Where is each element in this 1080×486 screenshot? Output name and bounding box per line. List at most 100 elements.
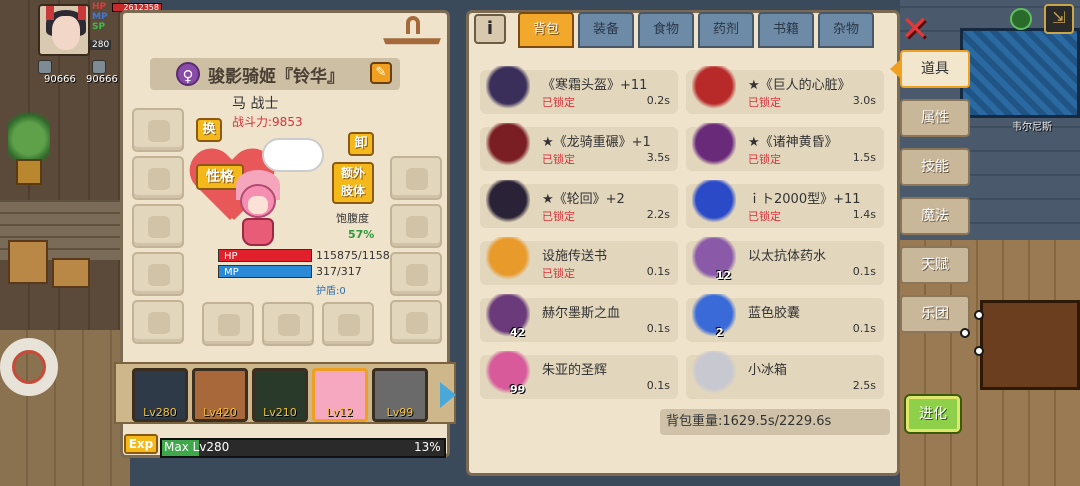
item-name: ★《轮回》+2 [542,192,625,207]
inventory-item[interactable]: 42 赫尔墨斯之血 0.1s [480,294,678,342]
hp-bar: HP [218,249,312,262]
weapon-slot-3[interactable] [322,302,374,346]
life-ring [0,338,58,396]
inventory-item[interactable]: ｉト2000型》+11 已锁定 1.4s [686,180,884,228]
side-tab-1[interactable]: 属性 [900,99,970,137]
crate [8,240,48,284]
unequip-button[interactable]: 卸 [348,132,374,156]
sword-icon [692,123,736,167]
close-icon[interactable]: ✕ [898,12,932,46]
exit-icon[interactable]: ⇲ [1044,4,1074,34]
inventory-item[interactable]: 设施传送书 已锁定 0.1s [480,237,678,285]
item-weight: 1.4s [852,208,876,221]
tab-0[interactable]: 背包 [518,12,574,48]
item-weight: 2.2s [646,208,670,221]
evolve-button[interactable]: 进化 [906,396,960,432]
inventory-item[interactable]: ★《龙骑重碾》+1 已锁定 3.5s [480,123,678,171]
character-name: 骏影骑姬『铃华』 [208,67,344,87]
coin-icon [38,60,52,74]
inventory-item[interactable]: ★《诸神黄昏》 已锁定 1.5s [686,123,884,171]
exp-text: Max Lv280 [164,440,230,454]
party-member[interactable]: Lv420 [192,368,248,422]
share-icon[interactable] [960,310,996,360]
wardrobe-hanger-icon[interactable] [383,16,441,60]
item-name: ★《诸神黄昏》 [748,135,838,150]
inventory-item[interactable]: 《寒霜头盔》+11 已锁定 0.2s [480,66,678,114]
inventory-item[interactable]: ★《轮回》+2 已锁定 2.2s [480,180,678,228]
inventory-item[interactable]: 2 蓝色胶囊 0.1s [686,294,884,342]
swap-button[interactable]: 换 [196,118,222,142]
item-weight: 0.1s [852,322,876,335]
hud-sp-label: SP [92,22,106,32]
tab-1[interactable]: 装备 [578,12,634,48]
necklace-slot[interactable] [390,300,442,344]
capsule-icon [692,294,736,338]
item-weight: 0.2s [646,94,670,107]
armor-slot[interactable] [132,156,184,200]
exp-tag: Exp [124,434,158,454]
party-member[interactable]: Lv12 [312,368,368,422]
tab-3[interactable]: 药剂 [698,12,754,48]
party-member[interactable]: Lv210 [252,368,308,422]
satiety-label: 饱腹度 [336,212,369,225]
tab-5[interactable]: 杂物 [818,12,874,48]
side-tab-3[interactable]: 魔法 [900,197,970,235]
glove-slot[interactable] [390,156,442,200]
player-avatar[interactable] [38,4,90,56]
hp-value: 115875/1158 [316,249,390,262]
info-icon[interactable]: i [474,14,506,44]
hud-hp-label: HP [92,2,107,12]
inventory-item[interactable]: 小冰箱 2.5s [686,351,884,399]
dragon-armor-icon [486,123,530,167]
item-weight: 1.5s [852,151,876,164]
crate [52,258,90,288]
item-name: 设施传送书 [542,249,608,264]
helmet-slot[interactable] [132,108,184,152]
coin-icon [92,60,106,74]
side-tab-4[interactable]: 天赋 [900,246,970,284]
orb-icon [692,180,736,224]
character-class: 马 战士 [232,96,279,112]
hud-stat-labels: HP MP SP [92,2,108,32]
item-lock-status: 已锁定 [748,210,781,223]
tab-4[interactable]: 书籍 [758,12,814,48]
fridge-icon [692,351,736,395]
weapon-slot-1[interactable] [202,302,254,346]
item-name: 《寒霜头盔》+11 [542,78,648,93]
item-name: 小冰箱 [748,363,788,378]
party-member-level: Lv210 [263,406,297,419]
ring-slot[interactable] [390,204,442,248]
bag-weight: 背包重量:1629.5s/2229.6s [660,409,890,435]
party-member[interactable]: Lv280 [132,368,188,422]
item-name: 赫尔墨斯之血 [542,306,621,321]
weapon-slot-2[interactable] [262,302,314,346]
potted-plant [8,105,50,185]
book-icon [486,237,530,281]
speech-cloud [262,138,324,172]
inventory-item[interactable]: 99 朱亚的圣辉 0.1s [480,351,678,399]
inventory-item[interactable]: 12 以太抗体药水 0.1s [686,237,884,285]
item-weight: 0.1s [852,265,876,278]
party-member-level: Lv280 [143,406,177,419]
item-quantity: 42 [510,326,526,339]
item-weight: 0.1s [646,265,670,278]
tab-2[interactable]: 食物 [638,12,694,48]
edit-name-icon[interactable]: ✎ [370,62,392,84]
item-quantity: 12 [716,269,732,282]
side-tab-0[interactable]: 道具 [890,50,970,88]
item-lock-status: 已锁定 [748,96,781,109]
mp-bar: MP [218,265,312,278]
blue-roof [960,28,1080,118]
item-name: 以太抗体药水 [748,249,827,264]
party-next-arrow-icon[interactable] [440,382,456,408]
cloak-slot[interactable] [132,204,184,248]
side-tab-2[interactable]: 技能 [900,148,970,186]
belt-slot[interactable] [132,252,184,296]
boots-slot[interactable] [390,252,442,296]
extra-limb-button[interactable]: 额外 肢体 [332,162,374,204]
shield-value: 护盾:0 [316,286,346,297]
inventory-item[interactable]: ★《巨人的心脏》 已锁定 3.0s [686,66,884,114]
accessory-slot[interactable] [132,300,184,344]
party-member[interactable]: Lv99 [372,368,428,422]
item-name: 蓝色胶囊 [748,306,801,321]
